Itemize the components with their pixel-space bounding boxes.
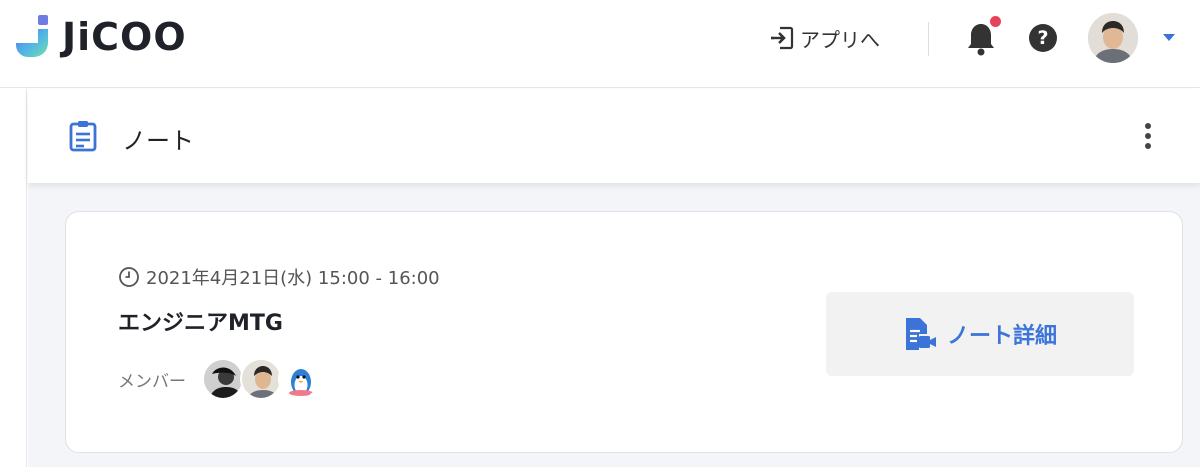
meeting-datetime: 2021年4月21日(水) 15:00 - 16:00: [118, 264, 440, 290]
header-divider: [928, 22, 929, 56]
member-avatar[interactable]: [240, 358, 282, 400]
members-row: メンバー: [118, 358, 320, 400]
to-app-label: アプリへ: [800, 27, 880, 52]
caret-down-icon[interactable]: [1163, 34, 1175, 41]
note-detail-button[interactable]: ノート詳細: [826, 292, 1134, 376]
top-header: JiCOO アプリへ ?: [0, 0, 1200, 88]
notification-badge: [990, 16, 1001, 27]
datetime-text: 2021年4月21日(水) 15:00 - 16:00: [146, 268, 440, 289]
help-circle-icon[interactable]: ?: [1029, 24, 1057, 52]
jicoo-logo-mark-icon: [16, 15, 48, 57]
logo-text: JiCOO: [62, 15, 187, 59]
member-avatar[interactable]: [202, 358, 244, 400]
login-arrow-icon: [771, 26, 794, 50]
user-photo: [1088, 13, 1138, 63]
left-rail: [0, 89, 27, 467]
note-video-icon: [905, 318, 936, 350]
more-vertical-icon[interactable]: [1138, 123, 1158, 153]
clipboard-icon: [69, 121, 97, 152]
to-app-link[interactable]: アプリへ: [768, 23, 880, 53]
user-avatar[interactable]: [1088, 13, 1138, 63]
jicoo-logo[interactable]: JiCOO: [16, 14, 187, 60]
notes-section-header: ノート: [28, 89, 1200, 183]
note-detail-label: ノート詳細: [946, 324, 1057, 349]
page-title: ノート: [122, 127, 194, 155]
members-label: メンバー: [118, 371, 186, 392]
clock-icon: [119, 267, 139, 287]
member-avatar[interactable]: [278, 358, 320, 400]
meeting-title: エンジニアMTG: [118, 311, 283, 336]
note-card[interactable]: 2021年4月21日(水) 15:00 - 16:00 エンジニアMTG メンバ…: [65, 211, 1183, 453]
